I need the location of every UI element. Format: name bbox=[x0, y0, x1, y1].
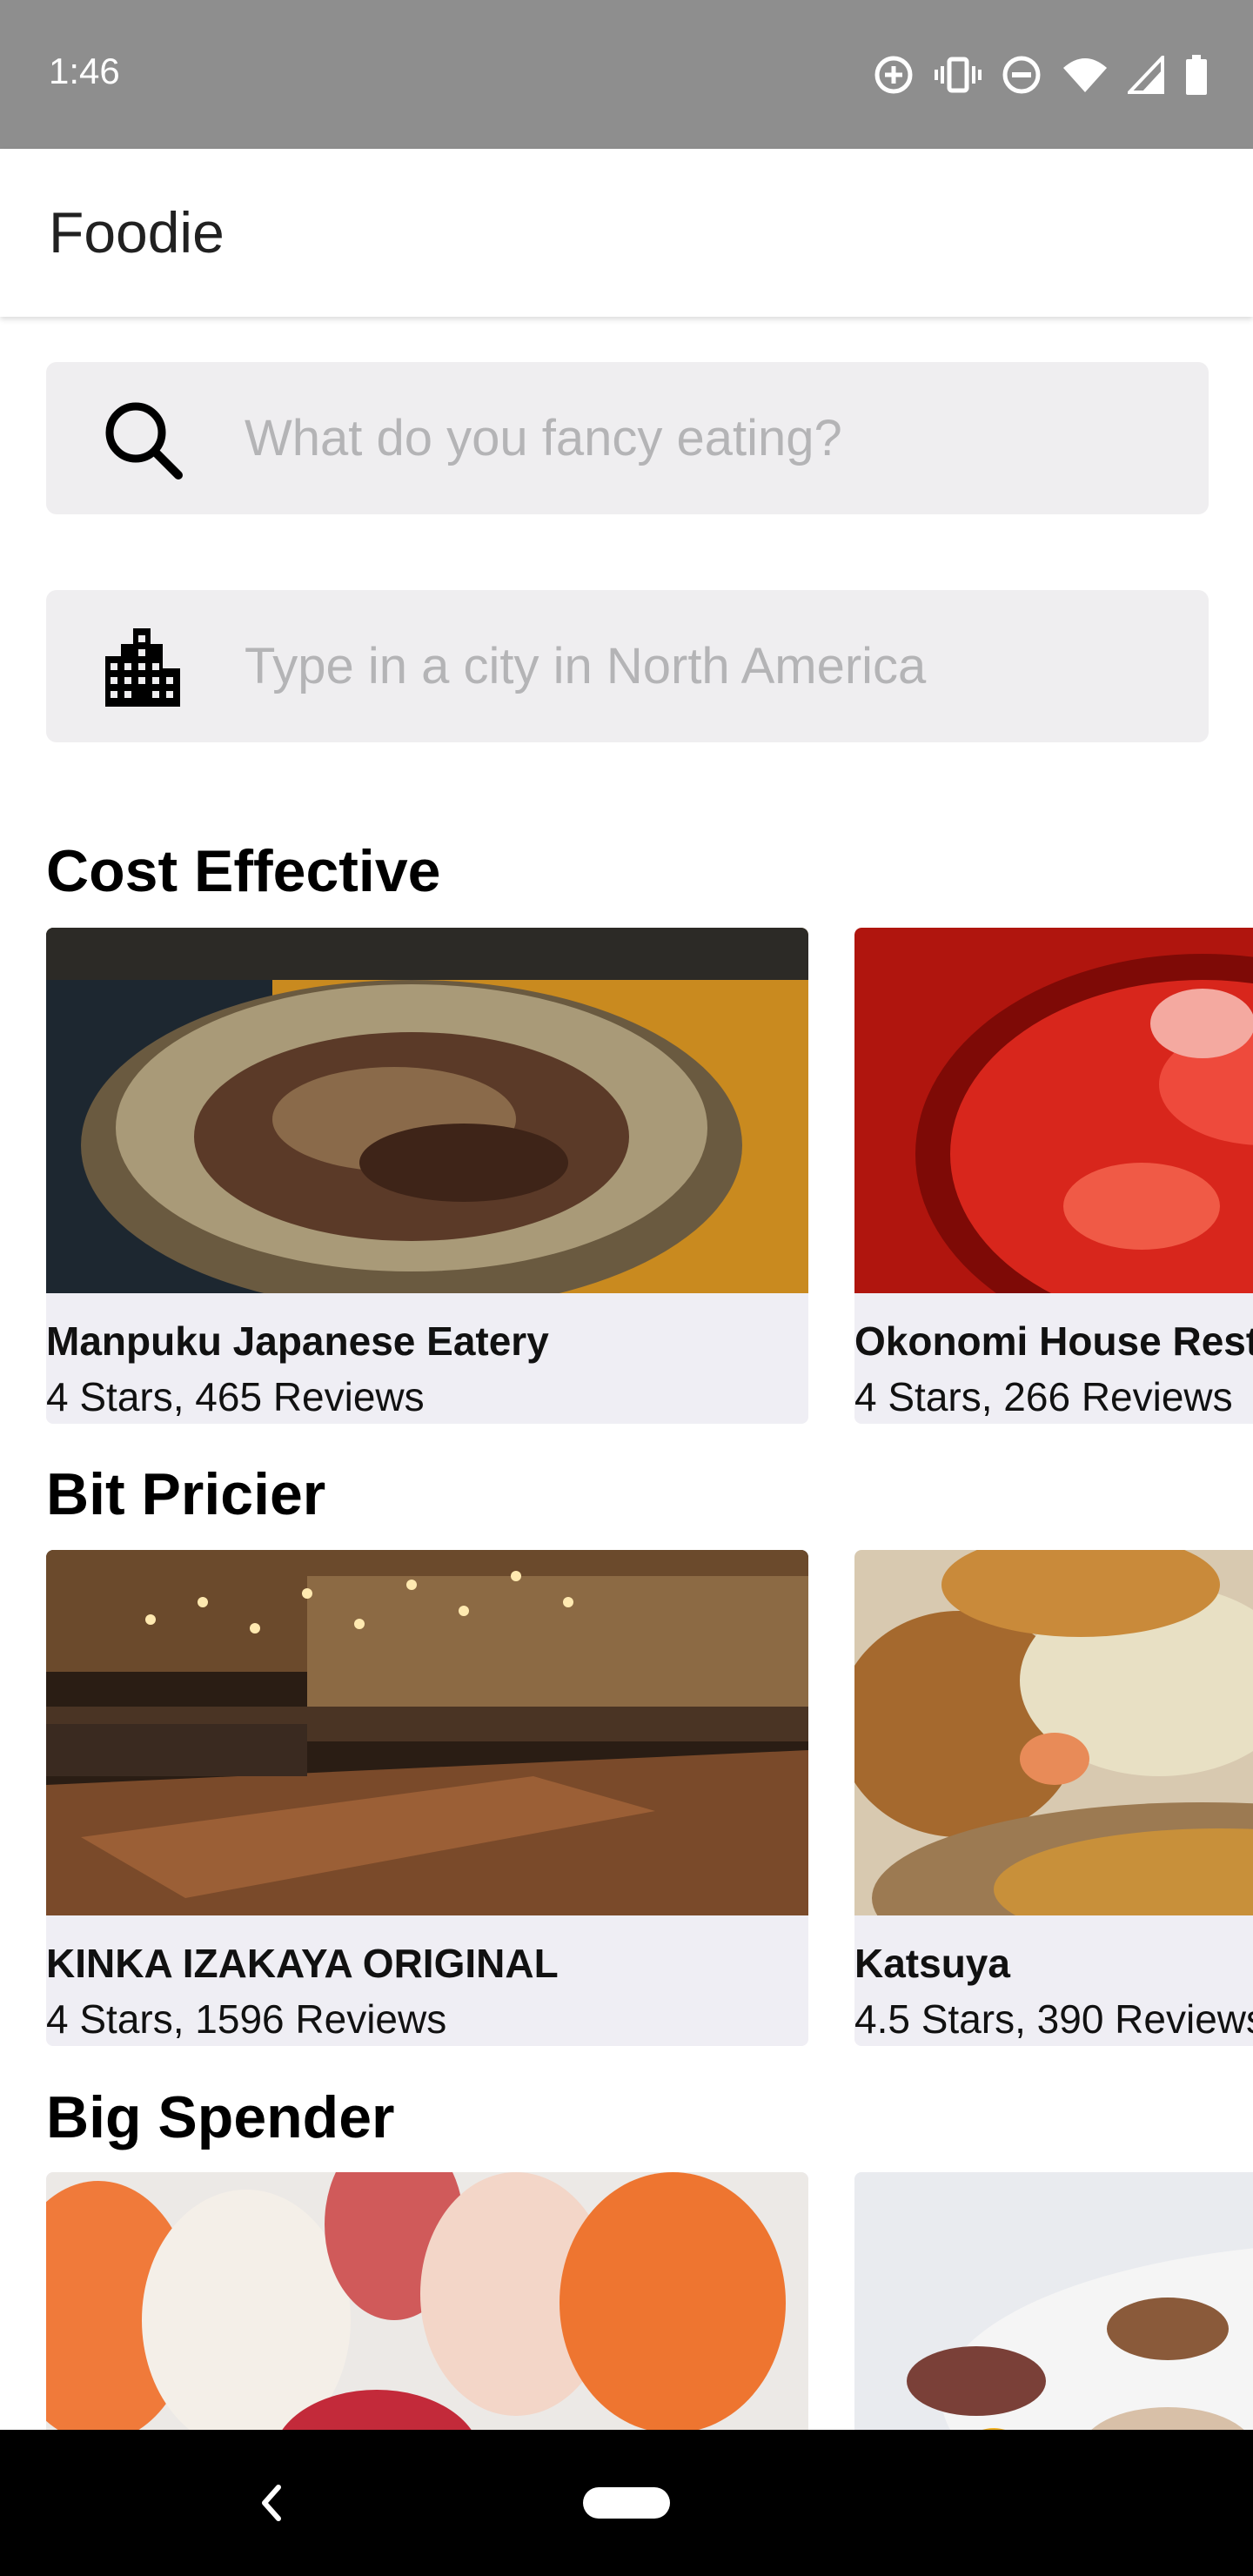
food-search-box[interactable] bbox=[46, 362, 1209, 514]
status-bar: 1:46 bbox=[0, 0, 1253, 149]
home-pill-button[interactable] bbox=[583, 2487, 670, 2519]
app-title: Foodie bbox=[49, 200, 224, 265]
do-not-disturb-icon bbox=[1002, 56, 1041, 94]
restaurant-photo bbox=[854, 928, 1253, 1293]
restaurant-row-bit-pricier[interactable]: KINKA IZAKAYA ORIGINAL 4 Stars, 1596 Rev… bbox=[46, 1550, 1253, 2046]
restaurant-photo bbox=[854, 1550, 1253, 1915]
restaurant-name: Okonomi House Restaurant bbox=[854, 1318, 1253, 1364]
section-title-big-spender: Big Spender bbox=[46, 2084, 395, 2150]
food-search-input[interactable] bbox=[245, 362, 1184, 514]
back-icon[interactable] bbox=[252, 2477, 287, 2529]
city-search-input[interactable] bbox=[245, 590, 1184, 742]
restaurant-photo bbox=[46, 928, 808, 1293]
section-title-bit-pricier: Bit Pricier bbox=[46, 1461, 326, 1527]
restaurant-card[interactable]: Manpuku Japanese Eatery 4 Stars, 465 Rev… bbox=[46, 928, 808, 1424]
data-saver-icon bbox=[874, 56, 913, 94]
restaurant-name: KINKA IZAKAYA ORIGINAL bbox=[46, 1941, 559, 1986]
app-bar: Foodie bbox=[0, 149, 1253, 317]
status-time: 1:46 bbox=[49, 50, 120, 91]
wifi-icon bbox=[1063, 58, 1107, 92]
vibrate-icon bbox=[935, 57, 982, 93]
restaurant-rating: 4 Stars, 465 Reviews bbox=[46, 1374, 425, 1419]
city-icon bbox=[105, 628, 180, 707]
restaurant-name: Katsuya bbox=[854, 1941, 1010, 1986]
section-title-cost-effective: Cost Effective bbox=[46, 838, 441, 904]
search-icon bbox=[105, 402, 183, 480]
cell-signal-icon bbox=[1128, 56, 1164, 94]
city-search-box[interactable] bbox=[46, 590, 1209, 742]
restaurant-card[interactable]: Katsuya 4.5 Stars, 390 Reviews bbox=[854, 1550, 1253, 2046]
restaurant-rating: 4 Stars, 266 Reviews bbox=[854, 1374, 1233, 1419]
restaurant-rating: 4.5 Stars, 390 Reviews bbox=[854, 1996, 1253, 2042]
restaurant-rating: 4 Stars, 1596 Reviews bbox=[46, 1996, 447, 2042]
system-nav-bar bbox=[0, 2430, 1253, 2576]
restaurant-card[interactable]: Okonomi House Restaurant 4 Stars, 266 Re… bbox=[854, 928, 1253, 1424]
restaurant-card[interactable]: KINKA IZAKAYA ORIGINAL 4 Stars, 1596 Rev… bbox=[46, 1550, 808, 2046]
battery-icon bbox=[1186, 55, 1207, 95]
restaurant-row-cost-effective[interactable]: Manpuku Japanese Eatery 4 Stars, 465 Rev… bbox=[46, 928, 1253, 1424]
status-icons bbox=[872, 50, 1208, 99]
restaurant-photo bbox=[46, 1550, 808, 1915]
restaurant-name: Manpuku Japanese Eatery bbox=[46, 1318, 549, 1364]
